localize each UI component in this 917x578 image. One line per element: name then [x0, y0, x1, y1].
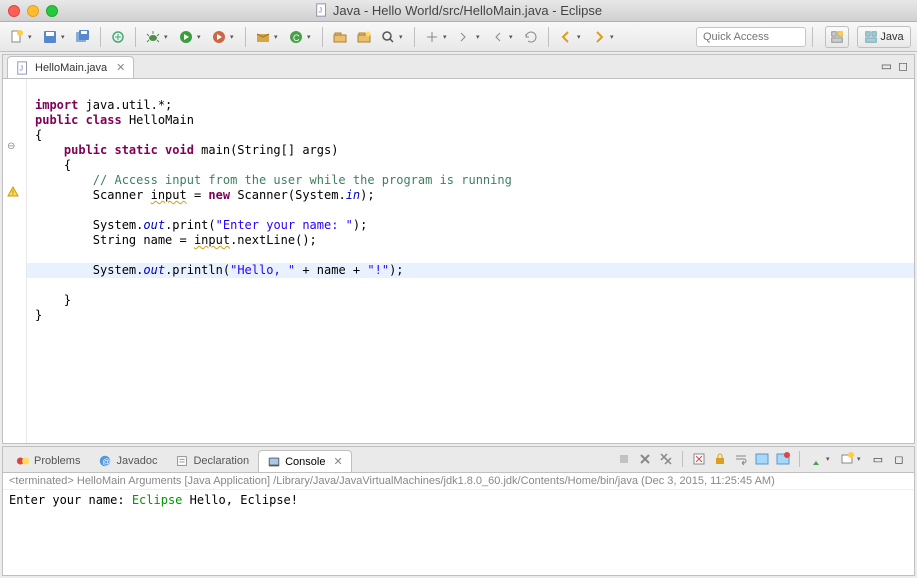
editor-tab-hellomain[interactable]: J HelloMain.java ✕ — [7, 56, 134, 78]
editor-ruler[interactable]: ⊖ ! — [3, 79, 27, 443]
console-icon — [267, 455, 281, 469]
remove-launch-button[interactable] — [636, 450, 654, 468]
run-last-dropdown[interactable]: ▾ — [230, 33, 236, 41]
tab-javadoc[interactable]: @Javadoc — [89, 450, 166, 472]
svg-text:J: J — [20, 65, 24, 72]
maximize-bottom-icon[interactable]: ◻ — [890, 450, 908, 468]
window-titlebar: JJava - Hello World/src/HelloMain.java -… — [0, 0, 917, 22]
open-task-button[interactable] — [329, 26, 351, 48]
java-perspective-button[interactable]: Java — [857, 26, 911, 48]
back-button[interactable] — [555, 26, 577, 48]
debug-button[interactable] — [142, 26, 164, 48]
pin-console-button[interactable] — [807, 450, 825, 468]
window-title: JJava - Hello World/src/HelloMain.java -… — [0, 3, 917, 18]
prev-annotation-button[interactable] — [487, 26, 509, 48]
console-meta: <terminated> HelloMain Arguments [Java A… — [3, 473, 914, 490]
java-file-icon: J — [16, 61, 30, 75]
close-tab-icon[interactable]: ✕ — [116, 61, 125, 74]
search-button[interactable] — [377, 26, 399, 48]
tab-declaration[interactable]: Declaration — [166, 450, 258, 472]
maximize-view-icon[interactable]: ◻ — [898, 59, 908, 73]
new-class-dropdown[interactable]: ▾ — [307, 33, 313, 41]
zoom-window-button[interactable] — [46, 5, 58, 17]
javadoc-icon: @ — [98, 454, 112, 468]
close-tab-icon[interactable]: ✕ — [333, 455, 342, 468]
save-all-button[interactable] — [72, 26, 94, 48]
new-dropdown[interactable]: ▾ — [28, 33, 34, 41]
editor-tab-row: J HelloMain.java ✕ ▭ ◻ — [3, 55, 914, 79]
new-button[interactable] — [6, 26, 28, 48]
forward-button[interactable] — [588, 26, 610, 48]
terminate-button[interactable] — [615, 450, 633, 468]
close-window-button[interactable] — [8, 5, 20, 17]
search-dropdown[interactable]: ▾ — [399, 33, 405, 41]
main-toolbar: ▾ ▾ ▾ ▾ ▾ ▾ C▾ ▾ ▾ ▾ ▾ ▾ ▾ Java — [0, 22, 917, 52]
last-edit-button[interactable] — [520, 26, 542, 48]
scroll-lock-button[interactable] — [711, 450, 729, 468]
run-dropdown[interactable]: ▾ — [197, 33, 203, 41]
open-folder-button[interactable] — [353, 26, 375, 48]
display-selected-button[interactable] — [838, 450, 856, 468]
tab-console[interactable]: Console✕ — [258, 450, 352, 472]
declaration-icon — [175, 454, 189, 468]
run-button[interactable] — [175, 26, 197, 48]
debug-dropdown[interactable]: ▾ — [164, 33, 170, 41]
save-button[interactable] — [39, 26, 61, 48]
bottom-pane: Problems @Javadoc Declaration Console✕ ▾… — [2, 446, 915, 576]
traffic-lights — [8, 5, 58, 17]
editor-tab-label: HelloMain.java — [35, 62, 107, 74]
editor-pane: J HelloMain.java ✕ ▭ ◻ ⊖ ! import java.u… — [2, 54, 915, 444]
new-package-dropdown[interactable]: ▾ — [274, 33, 280, 41]
svg-text:J: J — [318, 8, 322, 15]
show-console-on-err-button[interactable] — [774, 450, 792, 468]
word-wrap-button[interactable] — [732, 450, 750, 468]
clear-console-button[interactable] — [690, 450, 708, 468]
svg-text:C: C — [293, 33, 300, 43]
svg-text:@: @ — [103, 458, 111, 467]
next-annotation-button[interactable] — [454, 26, 476, 48]
quick-access-input[interactable] — [696, 27, 806, 47]
minimize-window-button[interactable] — [27, 5, 39, 17]
toggle-mark-button[interactable] — [421, 26, 443, 48]
minimize-view-icon[interactable]: ▭ — [881, 59, 892, 73]
minimize-bottom-icon[interactable]: ▭ — [869, 450, 887, 468]
remove-all-button[interactable] — [657, 450, 675, 468]
open-type-button[interactable] — [107, 26, 129, 48]
open-perspective-button[interactable] — [825, 26, 849, 48]
tab-problems[interactable]: Problems — [7, 450, 89, 472]
fold-toggle-icon[interactable]: ⊖ — [7, 141, 15, 152]
warning-marker-icon[interactable]: ! — [7, 186, 19, 201]
show-console-on-out-button[interactable] — [753, 450, 771, 468]
save-dropdown[interactable]: ▾ — [61, 33, 67, 41]
bottom-tab-row: Problems @Javadoc Declaration Console✕ ▾… — [3, 447, 914, 473]
java-file-icon: J — [315, 3, 329, 17]
code-editor[interactable]: import java.util.*; public class HelloMa… — [27, 79, 914, 443]
new-class-button[interactable]: C — [285, 26, 307, 48]
problems-icon — [16, 454, 30, 468]
console-output[interactable]: Enter your name: Eclipse Hello, Eclipse! — [3, 490, 914, 575]
new-package-button[interactable] — [252, 26, 274, 48]
run-last-button[interactable] — [208, 26, 230, 48]
svg-text:!: ! — [12, 190, 14, 197]
